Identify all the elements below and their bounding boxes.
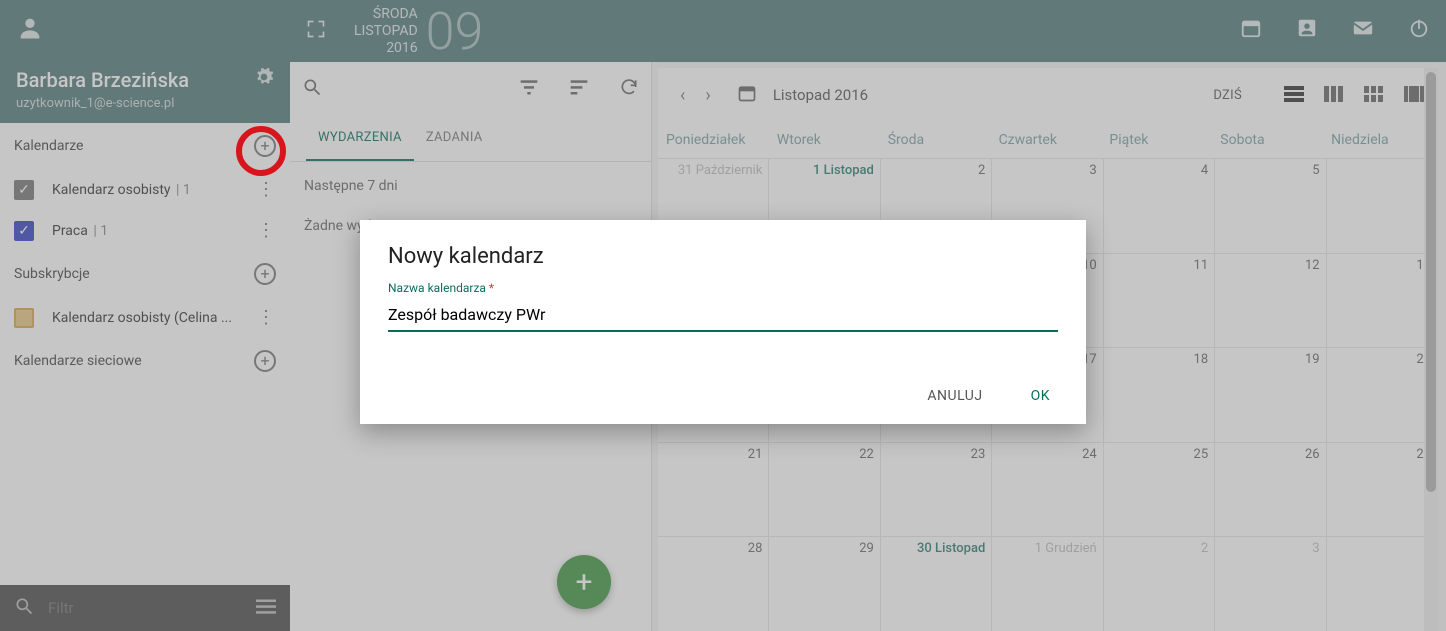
dialog-title: Nowy kalendarz bbox=[388, 244, 1058, 269]
ok-button[interactable]: OK bbox=[1031, 388, 1050, 404]
field-label: Nazwa kalendarza * bbox=[388, 281, 1058, 295]
cancel-button[interactable]: ANULUJ bbox=[927, 388, 982, 404]
new-calendar-dialog: Nowy kalendarz Nazwa kalendarza * ANULUJ… bbox=[360, 220, 1086, 424]
calendar-name-input[interactable] bbox=[388, 299, 1058, 332]
